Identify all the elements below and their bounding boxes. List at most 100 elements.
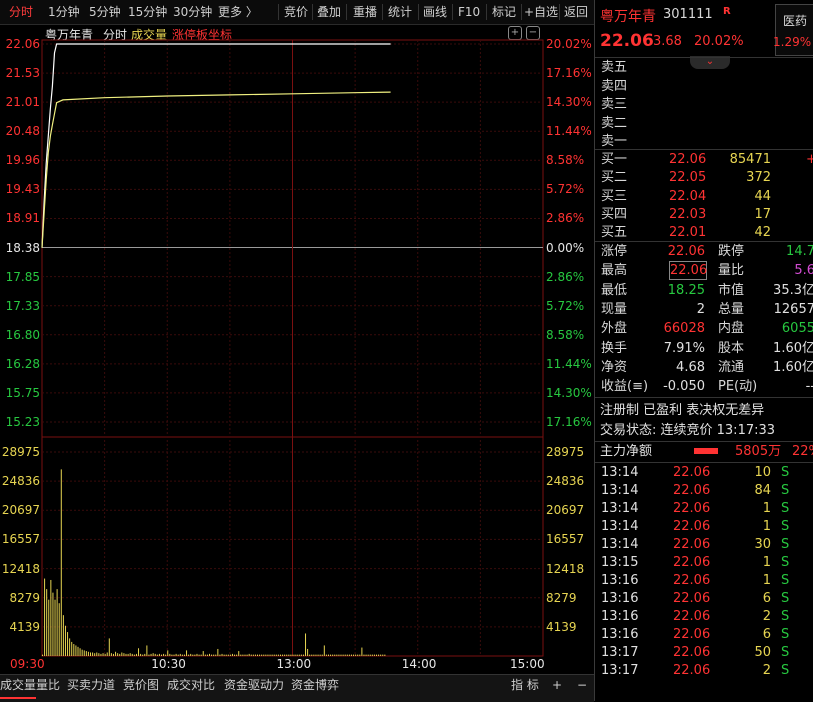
volume-tick-label: 8279 [546,590,577,605]
pct-tick-label: 20.02% [546,37,592,51]
price-change-pct: 20.02% [694,34,744,49]
price-tick-label: 19.96 [5,153,40,168]
divider [595,397,813,398]
remove-indicator-button[interactable]: − [577,675,587,697]
pct-tick-label: 8.58% [546,327,585,342]
trading-status: 交易状态: 连续竞价 13:17:33 [600,423,776,438]
stat-value: 12657 [773,301,813,317]
stat-label: 总量 [718,301,745,317]
buy-level-volume: 17 [754,206,771,222]
tab-volume-ratio[interactable]: 量比 [36,675,60,697]
sell-level-volume [735,114,771,133]
sector-name: 医药 [783,14,808,28]
stat-label: 最高 [601,263,628,279]
tick-time: 13:14 [601,483,639,498]
tick-volume: 84 [754,483,771,498]
tick-price: 22.06 [673,645,711,660]
stock-name: 粤万年青 [600,9,656,25]
price-tick-label: 16.80 [5,327,40,342]
tick-side: S [781,591,790,606]
tick-side: S [781,663,790,678]
stat-label: 换手 [601,340,628,356]
pct-tick-label: 11.44% [546,356,592,371]
buy-level-price: 22.01 [669,225,707,241]
quote-panel: 粤万年青 301111 R 22.06 3.68 20.02% 医药 1.29%… [594,0,813,701]
average-price-line [41,91,391,248]
tab-capital-game[interactable]: 资金博弈 [291,675,339,697]
price-tick-label: 19.43 [5,182,40,197]
volume-tick-label: 4139 [9,619,40,634]
volume-tick-label: 24836 [546,474,585,489]
stat-value: 7.91% [663,340,705,356]
tab-buy-sell-force[interactable]: 买卖力道 [67,675,115,697]
stat-label: 净资 [601,359,628,375]
buy-level-price: 22.03 [669,206,707,222]
stat-value: 66028 [663,321,705,337]
main-net-value: 5805万 [735,444,782,459]
sector-box[interactable]: 医药 1.29% [773,4,813,56]
stat-value: 4.68 [676,359,705,375]
price-tick-label: 18.38 [5,240,40,255]
price-tick-label: 16.28 [5,356,40,371]
stat-value: 35.3亿 [773,282,813,298]
price-tick-label: 21.53 [5,66,40,81]
tab-volume[interactable]: 成交量 [0,675,37,699]
tick-volume: 2 [762,609,771,624]
volume-tick-label: 16557 [1,532,40,547]
tick-time: 13:16 [601,591,639,606]
tick-volume: 1 [762,519,771,534]
price-tick-label: 17.85 [5,269,40,284]
main-net-label: 主力净额 [600,444,653,459]
buy-level-volume: 44 [754,188,771,204]
buy-level-label: 买五 [601,225,628,241]
buy-level-label: 买四 [601,206,628,222]
price-tick-label: 22.06 [5,37,40,51]
stat-value: -- [805,379,813,395]
pct-tick-label: 5.72% [546,298,585,313]
stat-label: 跌停 [718,244,745,259]
tick-price: 22.06 [673,609,711,624]
stat-label: 流通 [718,359,745,375]
net-flow-bar [694,448,718,454]
tick-side: S [781,627,790,642]
intraday-chart[interactable] [0,0,594,674]
indicator-button[interactable]: 指 标 [511,675,539,697]
tick-side: S [781,645,790,660]
time-tick-label: 13:00 [276,657,312,671]
stat-label: 市值 [718,282,745,298]
buy-level-label: 买三 [601,188,628,204]
tick-side: S [781,537,790,552]
tick-price: 22.06 [673,537,711,552]
tab-auction-chart[interactable]: 竞价图 [123,675,159,697]
pct-tick-label: 17.16% [546,66,592,81]
time-tick-label: 10:30 [151,657,186,671]
buy-level-label: 买二 [601,170,628,186]
tick-side: S [781,573,790,588]
tick-price: 22.06 [673,663,711,678]
tick-side: S [781,465,790,480]
price-tick-label: 17.33 [5,298,40,313]
pct-tick-label: 2.86% [546,269,585,284]
add-indicator-button[interactable]: + [552,675,562,697]
stat-value: 1.60亿 [773,340,813,356]
buy-level-volume: 85471 [729,152,771,167]
tick-time: 13:14 [601,501,639,516]
tick-price: 22.06 [673,483,711,498]
stat-value: 2 [696,301,705,317]
sector-change: 1.29% [773,35,812,49]
tab-capital-drive[interactable]: 资金驱动力 [224,675,284,697]
pct-tick-label: 14.30% [546,95,592,110]
buy-level-price: 22.05 [669,170,707,186]
tab-trade-compare[interactable]: 成交对比 [167,675,215,697]
pct-tick-label: 11.44% [546,124,592,139]
stat-value: 18.25 [667,282,705,298]
tick-side: S [781,555,790,570]
buy-level-price: 22.06 [669,152,707,167]
volume-tick-label: 12418 [1,561,40,576]
tick-time: 13:16 [601,627,639,642]
tick-price: 22.06 [673,591,711,606]
buy-level-price: 22.04 [669,188,707,204]
time-tick-label: 09:30 [10,657,45,671]
tick-price: 22.06 [673,519,711,534]
sell-level-volume [735,77,771,96]
